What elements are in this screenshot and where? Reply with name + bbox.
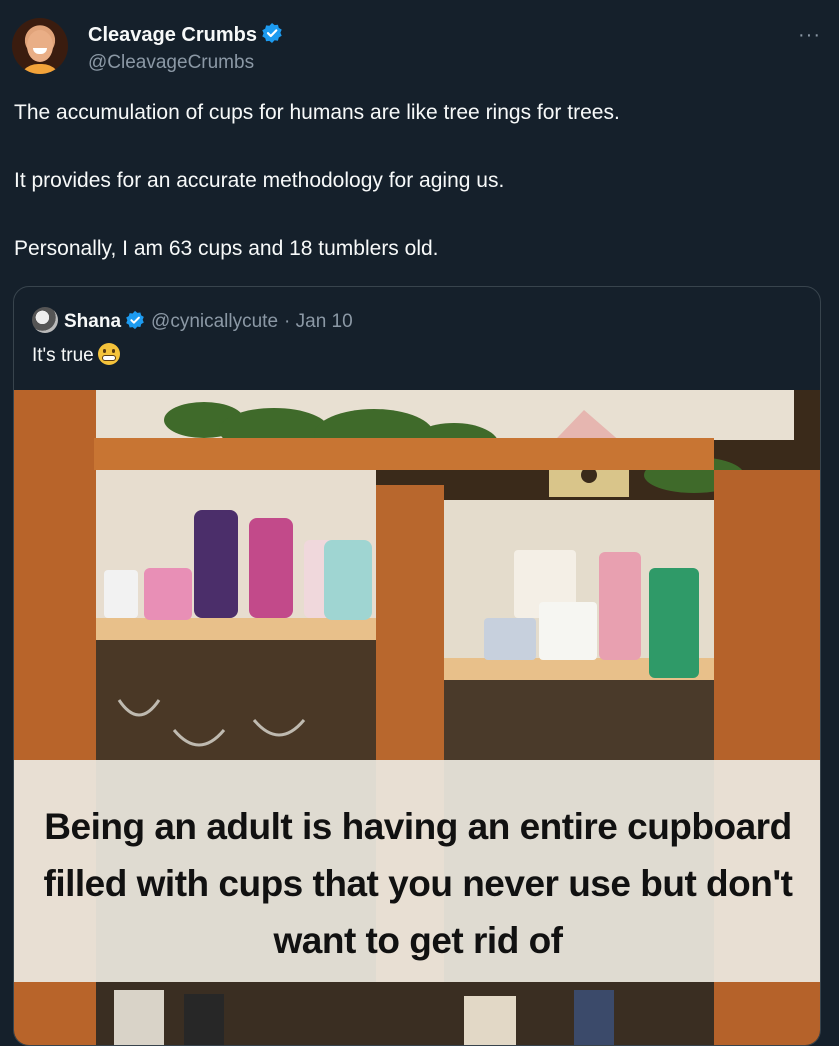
quoted-date[interactable]: · Jan 10 [284, 311, 353, 332]
author-display-name[interactable]: Cleavage Crumbs [88, 22, 283, 47]
verified-badge-icon [126, 310, 144, 330]
quoted-author-handle[interactable]: @cynicallycute [151, 311, 278, 332]
tweet-paragraph: Personally, I am 63 cups and 18 tumblers… [14, 237, 439, 260]
grimacing-face-icon [97, 343, 120, 365]
quoted-tweet[interactable]: Shana @cynicallycute · Jan 10 It's true [13, 286, 821, 1046]
quoted-author-name[interactable]: Shana [64, 311, 121, 332]
tweet-header: Cleavage Crumbs @CleavageCrumbs ··· [0, 0, 839, 90]
tweet-paragraph: It provides for an accurate methodology … [14, 169, 505, 192]
verified-badge-icon [262, 23, 282, 43]
image-caption-text: Being an adult is having an entire cupbo… [43, 806, 793, 961]
quoted-tweet-text: It's true [32, 343, 120, 367]
tweet-paragraph: The accumulation of cups for humans are … [14, 101, 620, 124]
image-caption-overlay: Being an adult is having an entire cupbo… [14, 760, 820, 982]
more-options-icon[interactable]: ··· [798, 24, 821, 47]
quoted-tweet-header: Shana @cynicallycute · Jan 10 [32, 307, 353, 333]
author-name-text[interactable]: Cleavage Crumbs [88, 24, 257, 46]
tweet-body: The accumulation of cups for humans are … [14, 98, 824, 302]
author-handle[interactable]: @CleavageCrumbs [88, 52, 254, 74]
quoted-text-content: It's true [32, 345, 94, 366]
quoted-tweet-image[interactable]: Being an adult is having an entire cupbo… [14, 390, 820, 1045]
author-avatar[interactable] [12, 18, 68, 74]
quoted-author-avatar[interactable] [32, 307, 58, 333]
